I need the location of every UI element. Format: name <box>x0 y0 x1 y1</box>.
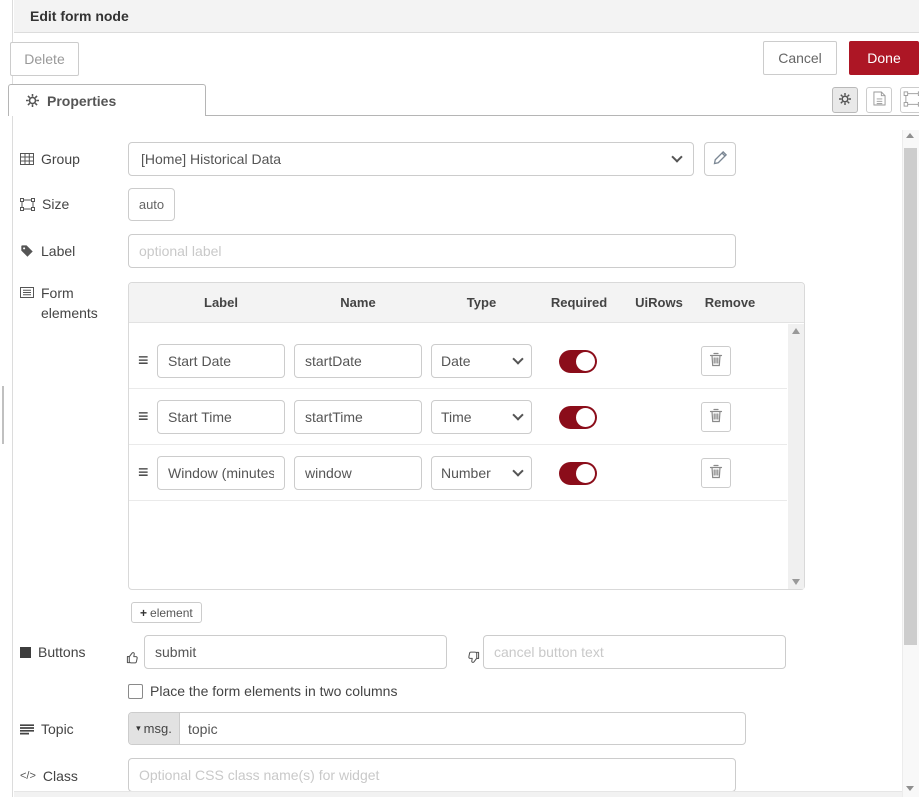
thumbs-down-icon <box>465 650 480 668</box>
two-columns-checkbox[interactable] <box>128 684 143 699</box>
trash-icon <box>709 352 723 370</box>
col-header-required: Required <box>541 295 617 310</box>
group-field-label: Group <box>20 151 80 167</box>
label-field-label: Label <box>20 243 75 259</box>
list-box-icon <box>20 287 34 298</box>
tab-properties[interactable]: Properties <box>8 84 206 116</box>
col-header-type: Type <box>431 295 532 310</box>
element-type-select[interactable]: Number <box>431 456 532 490</box>
caret-down-icon: ▾ <box>136 723 141 734</box>
plus-icon: + <box>140 606 147 620</box>
element-name-input[interactable] <box>294 400 422 434</box>
remove-element-button[interactable] <box>701 458 731 488</box>
required-toggle[interactable] <box>559 462 597 485</box>
dialog-header: Edit form node <box>14 0 919 33</box>
element-label-input[interactable] <box>157 400 285 434</box>
tab-properties-label: Properties <box>47 93 116 109</box>
chevron-down-icon <box>512 409 523 420</box>
scroll-down-icon[interactable] <box>906 786 914 791</box>
group-select-value: [Home] Historical Data <box>141 151 281 167</box>
element-name-input[interactable] <box>294 344 422 378</box>
cancel-button-text-input[interactable] <box>483 635 786 669</box>
element-type-select[interactable]: Time <box>431 400 532 434</box>
scroll-up-icon[interactable] <box>906 133 914 138</box>
gear-icon <box>839 92 851 108</box>
code-icon: </> <box>20 770 36 782</box>
scroll-down-icon[interactable] <box>792 579 800 585</box>
class-field-label: </> Class <box>20 768 78 784</box>
table-header: Label Name Type Required UiRows Remove <box>129 283 804 323</box>
form-elements-field-label: Form elements <box>20 283 104 323</box>
table-scrollbar[interactable] <box>788 324 804 589</box>
label-input[interactable] <box>128 234 736 268</box>
table-row: ≡ Number <box>129 445 787 501</box>
element-name-input[interactable] <box>294 456 422 490</box>
left-panel-grip[interactable] <box>2 386 4 444</box>
remove-element-button[interactable] <box>701 402 731 432</box>
drag-handle-icon[interactable]: ≡ <box>138 462 149 483</box>
toggle-knob <box>576 464 595 483</box>
document-icon <box>873 91 886 109</box>
delete-button[interactable]: Delete <box>10 42 79 76</box>
required-toggle[interactable] <box>559 350 597 373</box>
topic-value-input[interactable]: topic <box>180 713 218 744</box>
submit-button-text-input[interactable] <box>144 635 447 669</box>
remove-element-button[interactable] <box>701 346 731 376</box>
bars-icon <box>20 724 34 735</box>
size-frame-icon <box>20 198 35 211</box>
tab-bar: Properties <box>14 84 919 116</box>
topic-type-select[interactable]: ▾ msg. <box>129 713 180 744</box>
col-header-label: Label <box>157 295 285 310</box>
trash-icon <box>709 464 723 482</box>
add-element-button[interactable]: + element <box>131 602 202 623</box>
page-scrollbar-thumb[interactable] <box>904 148 917 645</box>
chevron-down-icon <box>512 465 523 476</box>
required-toggle[interactable] <box>559 406 597 429</box>
element-label-input[interactable] <box>157 344 285 378</box>
element-type-select[interactable]: Date <box>431 344 532 378</box>
chevron-down-icon <box>512 353 523 364</box>
size-button[interactable]: auto <box>128 188 175 221</box>
topic-typed-input: ▾ msg. topic <box>128 712 746 745</box>
col-header-name: Name <box>294 295 422 310</box>
group-select[interactable]: [Home] Historical Data <box>128 142 694 176</box>
gear-icon <box>26 94 39 107</box>
trash-icon <box>709 408 723 426</box>
thumbs-up-icon <box>126 650 141 668</box>
topic-type-label: msg. <box>144 721 172 736</box>
toggle-knob <box>576 408 595 427</box>
element-label-input[interactable] <box>157 456 285 490</box>
css-class-input[interactable] <box>128 758 736 792</box>
dialog-bottom-edge <box>14 791 919 797</box>
toggle-knob <box>576 352 595 371</box>
dialog-title: Edit form node <box>14 0 919 32</box>
table-row: ≡ Date <box>129 333 787 389</box>
size-field-label: Size <box>20 196 69 212</box>
tag-icon <box>20 244 34 258</box>
chevron-down-icon <box>671 151 682 162</box>
frame-icon <box>903 91 919 110</box>
form-elements-table: Label Name Type Required UiRows Remove ≡… <box>128 282 805 590</box>
cancel-button[interactable]: Cancel <box>763 41 837 75</box>
drag-handle-icon[interactable]: ≡ <box>138 350 149 371</box>
buttons-field-label: Buttons <box>20 644 85 660</box>
done-button[interactable]: Done <box>849 41 919 75</box>
node-appearance-button[interactable] <box>900 87 919 113</box>
table-grid-icon <box>20 153 34 165</box>
add-element-label: element <box>150 606 193 620</box>
node-settings-button[interactable] <box>832 87 858 113</box>
two-columns-label: Place the form elements in two columns <box>150 684 397 699</box>
drag-handle-icon[interactable]: ≡ <box>138 406 149 427</box>
scroll-up-icon[interactable] <box>792 328 800 334</box>
edit-group-button[interactable] <box>704 142 736 176</box>
topic-field-label: Topic <box>20 721 74 737</box>
pencil-icon <box>713 150 728 168</box>
col-header-uirows: UiRows <box>627 295 691 310</box>
filled-square-icon <box>20 647 31 658</box>
node-description-button[interactable] <box>866 87 892 113</box>
col-header-remove: Remove <box>697 295 763 310</box>
table-row: ≡ Time <box>129 389 787 445</box>
